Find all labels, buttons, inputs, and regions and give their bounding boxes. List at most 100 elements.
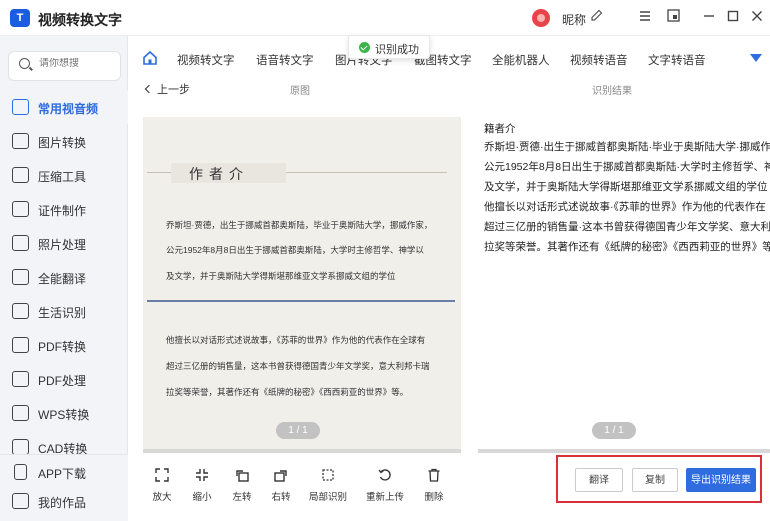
play-square-icon (12, 99, 29, 115)
id-card-icon (12, 201, 29, 217)
sidebar-item-label: APP下载 (38, 467, 87, 481)
menu-icon[interactable] (634, 6, 656, 28)
sidebar-item-pdf-convert[interactable]: PDF转换 (0, 328, 128, 362)
result-page-indicator: 1 / 1 (592, 422, 636, 439)
maximize-icon[interactable] (722, 6, 744, 28)
photo-icon (12, 235, 29, 251)
result-line: 超过三亿册的销售量·这本书曾获得德国青少年文学奖、意大利 (484, 221, 770, 233)
screenshot-icon[interactable] (662, 6, 684, 28)
toolbar-label: 右转 (271, 492, 291, 503)
sidebar-item-label: 生活识别 (38, 306, 87, 320)
tabs-more-icon[interactable] (750, 54, 762, 62)
zoom-out-button[interactable]: 缩小 (182, 468, 222, 504)
edit-icon[interactable] (591, 9, 603, 24)
feature-tabs: 视频转文字 语音转文字 图片转文字 截图转文字 全能机器人 视频转语音 文字转语… (128, 36, 770, 80)
original-image: 作者介 乔斯坦·贾德，出生于挪威首都奥斯陆，毕业于奥斯陆大学，挪威作家， 公元1… (143, 117, 461, 450)
pdf-convert-icon (12, 337, 29, 353)
result-scrollbar[interactable] (478, 449, 770, 453)
tab-ai-robot[interactable]: 全能机器人 (492, 52, 550, 68)
result-line: 及文学，并于奥斯陆大学得斯堪那维亚文学系挪威文组的学位 (484, 181, 768, 193)
sidebar-item-wps-convert[interactable]: WPS转换 (0, 396, 128, 430)
title-bar: T 视频转换文字 昵称 (0, 0, 770, 36)
zoom-in-button[interactable]: 放大 (142, 468, 182, 504)
original-line: 他擅长以对话形式述说故事，《苏菲的世界》作为他的代表作在全球有 (166, 335, 426, 345)
avatar[interactable] (532, 9, 550, 27)
tab-video-to-audio[interactable]: 视频转语音 (570, 52, 628, 68)
toast-text: 识别成功 (375, 44, 419, 56)
sidebar: 常用视音频 图片转换 压缩工具 证件制作 照片处理 全能翻译 生活识别 PDF转… (0, 36, 128, 521)
partial-recognize-button[interactable]: 局部识别 (308, 468, 348, 504)
copy-button[interactable]: 复制 (632, 468, 678, 492)
phone-icon (14, 464, 27, 480)
sidebar-item-photo-process[interactable]: 照片处理 (0, 226, 128, 260)
sidebar-item-common-av[interactable]: 常用视音频 (0, 90, 128, 124)
check-circle-icon (359, 42, 370, 53)
sidebar-item-label: 我的作品 (38, 496, 87, 510)
divider (147, 300, 455, 302)
toolbar-label: 局部识别 (308, 492, 347, 503)
translate-button[interactable]: 翻译 (575, 468, 623, 492)
sidebar-item-life-recognize[interactable]: 生活识别 (0, 294, 128, 328)
image-icon (12, 133, 29, 149)
sidebar-item-label: 压缩工具 (38, 170, 87, 184)
result-line: 拉奖等荣誉。其著作还有《纸牌的秘密》《西西莉亚的世界》等 (484, 241, 770, 253)
result-line: 籍者介 (484, 123, 516, 135)
tab-video-to-text[interactable]: 视频转文字 (177, 52, 235, 68)
result-line: 乔斯坦·贾德·出生于挪威首都奥斯陆·毕业于奥斯陆大学·挪威作 (484, 141, 770, 153)
expand-icon (142, 468, 182, 486)
folder-icon (12, 493, 29, 509)
reupload-icon (365, 468, 405, 486)
tab-text-to-speech[interactable]: 文字转语音 (648, 52, 706, 68)
search-input[interactable] (39, 58, 117, 69)
back-label: 上一步 (157, 84, 190, 96)
sidebar-item-label: 照片处理 (38, 238, 87, 252)
toolbar-label: 重新上传 (365, 492, 404, 503)
sidebar-item-label: PDF处理 (38, 374, 87, 388)
result-text-pane[interactable]: 籍者介 乔斯坦·贾德·出生于挪威首都奥斯陆·毕业于奥斯陆大学·挪威作 公元195… (478, 117, 770, 453)
sidebar-item-label: 常用视音频 (38, 102, 99, 116)
toolbar-label: 左转 (232, 492, 252, 503)
rotate-right-icon (261, 468, 301, 486)
sidebar-item-id-photo[interactable]: 证件制作 (0, 192, 128, 226)
sidebar-item-label: 图片转换 (38, 136, 87, 150)
sidebar-item-label: PDF转换 (38, 340, 87, 354)
original-scrollbar[interactable] (143, 449, 461, 453)
home-icon[interactable] (142, 50, 158, 66)
cad-icon (12, 439, 29, 455)
trash-icon (414, 468, 454, 486)
reupload-button[interactable]: 重新上传 (365, 468, 405, 504)
tab-audio-to-text[interactable]: 语音转文字 (256, 52, 314, 68)
delete-button[interactable]: 删除 (414, 468, 454, 504)
shrink-icon (182, 468, 222, 486)
search-box[interactable] (8, 51, 121, 81)
result-column-label: 识别结果 (592, 86, 632, 97)
translate-icon (12, 269, 29, 285)
sidebar-item-label: 全能翻译 (38, 272, 87, 286)
result-line: 他擅长以对话形式述说故事·《苏菲的世界》作为他的代表作在 (484, 201, 766, 213)
toolbar-label: 放大 (152, 492, 172, 503)
minimize-icon[interactable] (698, 6, 720, 28)
wps-icon (12, 405, 29, 421)
original-column-label: 原图 (290, 86, 310, 97)
sidebar-item-my-works[interactable]: 我的作品 (0, 484, 128, 518)
original-page-indicator: 1 / 1 (276, 422, 320, 439)
rotate-right-button[interactable]: 右转 (261, 468, 301, 504)
chevron-left-icon (144, 84, 154, 94)
sidebar-item-compress[interactable]: 压缩工具 (0, 158, 128, 192)
sidebar-item-translate[interactable]: 全能翻译 (0, 260, 128, 294)
sidebar-item-image-convert[interactable]: 图片转换 (0, 124, 128, 158)
app-title: 视频转换文字 (38, 12, 122, 28)
close-icon[interactable] (746, 6, 768, 28)
original-line: 乔斯坦·贾德，出生于挪威首都奥斯陆，毕业于奥斯陆大学，挪威作家， (166, 220, 433, 230)
sidebar-item-pdf-process[interactable]: PDF处理 (0, 362, 128, 396)
original-image-pane[interactable]: 作者介 乔斯坦·贾德，出生于挪威首都奥斯陆，毕业于奥斯陆大学，挪威作家， 公元1… (143, 117, 461, 450)
crop-icon (308, 468, 348, 486)
export-result-button[interactable]: 导出识别结果 (686, 468, 756, 492)
user-nickname[interactable]: 昵称 (562, 11, 586, 28)
rotate-left-button[interactable]: 左转 (222, 468, 262, 504)
toolbar-label: 删除 (424, 492, 444, 503)
back-button[interactable]: 上一步 (144, 81, 190, 97)
sidebar-item-label: WPS转换 (38, 408, 90, 422)
toolbar-label: 缩小 (192, 492, 212, 503)
original-heading: 作者介 (189, 167, 249, 183)
